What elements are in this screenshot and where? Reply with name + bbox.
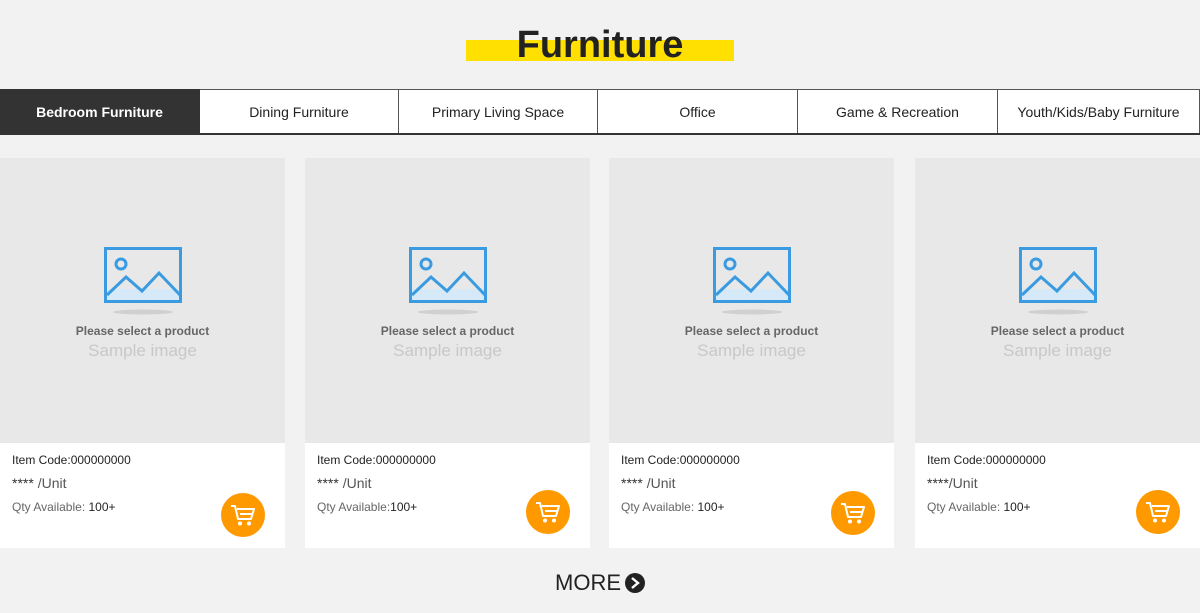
price-value: **** [12,475,34,491]
add-to-cart-button[interactable] [1136,490,1180,534]
image-placeholder-icon [409,247,487,315]
placeholder-title: Please select a product [380,324,515,338]
qty-label: Qty Available: [621,500,695,514]
qty-available: Qty Available:100+ [317,500,417,514]
price: ****/Unit [927,475,978,491]
tab-game-recreation[interactable]: Game & Recreation [798,89,998,133]
cart-icon [231,505,255,526]
image-placeholder-icon [713,247,791,315]
add-to-cart-button[interactable] [831,491,875,535]
price: **** /Unit [12,475,66,491]
product-card[interactable]: Please select a product Sample image Ite… [0,158,285,548]
qty-available: Qty Available: 100+ [621,500,725,514]
tab-primary-living-space[interactable]: Primary Living Space [399,89,598,133]
cart-icon [841,503,865,524]
item-code: Item Code:000000000 [927,453,1046,467]
placeholder-subtitle: Sample image [697,341,806,360]
qty-available: Qty Available: 100+ [12,500,116,514]
qty-label: Qty Available: [12,500,86,514]
placeholder-subtitle: Sample image [1003,341,1112,360]
page-title: Furniture [516,24,684,66]
product-image[interactable]: Please select a product Sample image [0,158,285,443]
price-unit: /Unit [646,475,676,491]
item-code: Item Code:000000000 [621,453,740,467]
product-image[interactable]: Please select a product Sample image [609,158,894,443]
tab-bedroom-furniture[interactable]: Bedroom Furniture [0,89,200,133]
product-grid: Please select a product Sample image Ite… [0,158,1200,548]
placeholder-subtitle: Sample image [393,341,502,360]
placeholder-title: Please select a product [684,324,819,338]
product-image[interactable]: Please select a product Sample image [305,158,590,443]
item-code: Item Code:000000000 [12,453,131,467]
qty-value: 100+ [1003,500,1031,514]
cart-icon [536,502,560,523]
tab-office[interactable]: Office [598,89,798,133]
chevron-right-icon [625,573,645,593]
price-value: **** [621,475,643,491]
tab-youth-kids-baby-furniture[interactable]: Youth/Kids/Baby Furniture [998,89,1200,133]
add-to-cart-button[interactable] [221,493,265,537]
tab-dining-furniture[interactable]: Dining Furniture [200,89,399,133]
price-value: **** [317,475,339,491]
price-unit: /Unit [37,475,67,491]
item-code: Item Code:000000000 [317,453,436,467]
add-to-cart-button[interactable] [526,490,570,534]
placeholder-title: Please select a product [75,324,210,338]
product-card[interactable]: Please select a product Sample image Ite… [915,158,1200,548]
price-unit: /Unit [342,475,372,491]
qty-label: Qty Available: [317,500,391,514]
image-placeholder-icon [1019,247,1097,315]
more-label: MORE [555,570,621,595]
qty-available: Qty Available: 100+ [927,500,1031,514]
product-card[interactable]: Please select a product Sample image Ite… [305,158,590,548]
price-value: **** [927,475,949,491]
product-card[interactable]: Please select a product Sample image Ite… [609,158,894,548]
placeholder-title: Please select a product [990,324,1125,338]
image-placeholder-icon [104,247,182,315]
placeholder-subtitle: Sample image [88,341,197,360]
section-header: Furniture [0,22,1200,70]
qty-value: 100+ [88,500,116,514]
price: **** /Unit [317,475,371,491]
qty-value: 100+ [390,500,418,514]
more-link[interactable]: MORE [0,570,1200,596]
cart-icon [1146,502,1170,523]
qty-label: Qty Available: [927,500,1001,514]
category-tabs: Bedroom Furniture Dining Furniture Prima… [0,89,1200,135]
qty-value: 100+ [697,500,725,514]
price-unit: /Unit [948,475,978,491]
price: **** /Unit [621,475,675,491]
product-image[interactable]: Please select a product Sample image [915,158,1200,443]
